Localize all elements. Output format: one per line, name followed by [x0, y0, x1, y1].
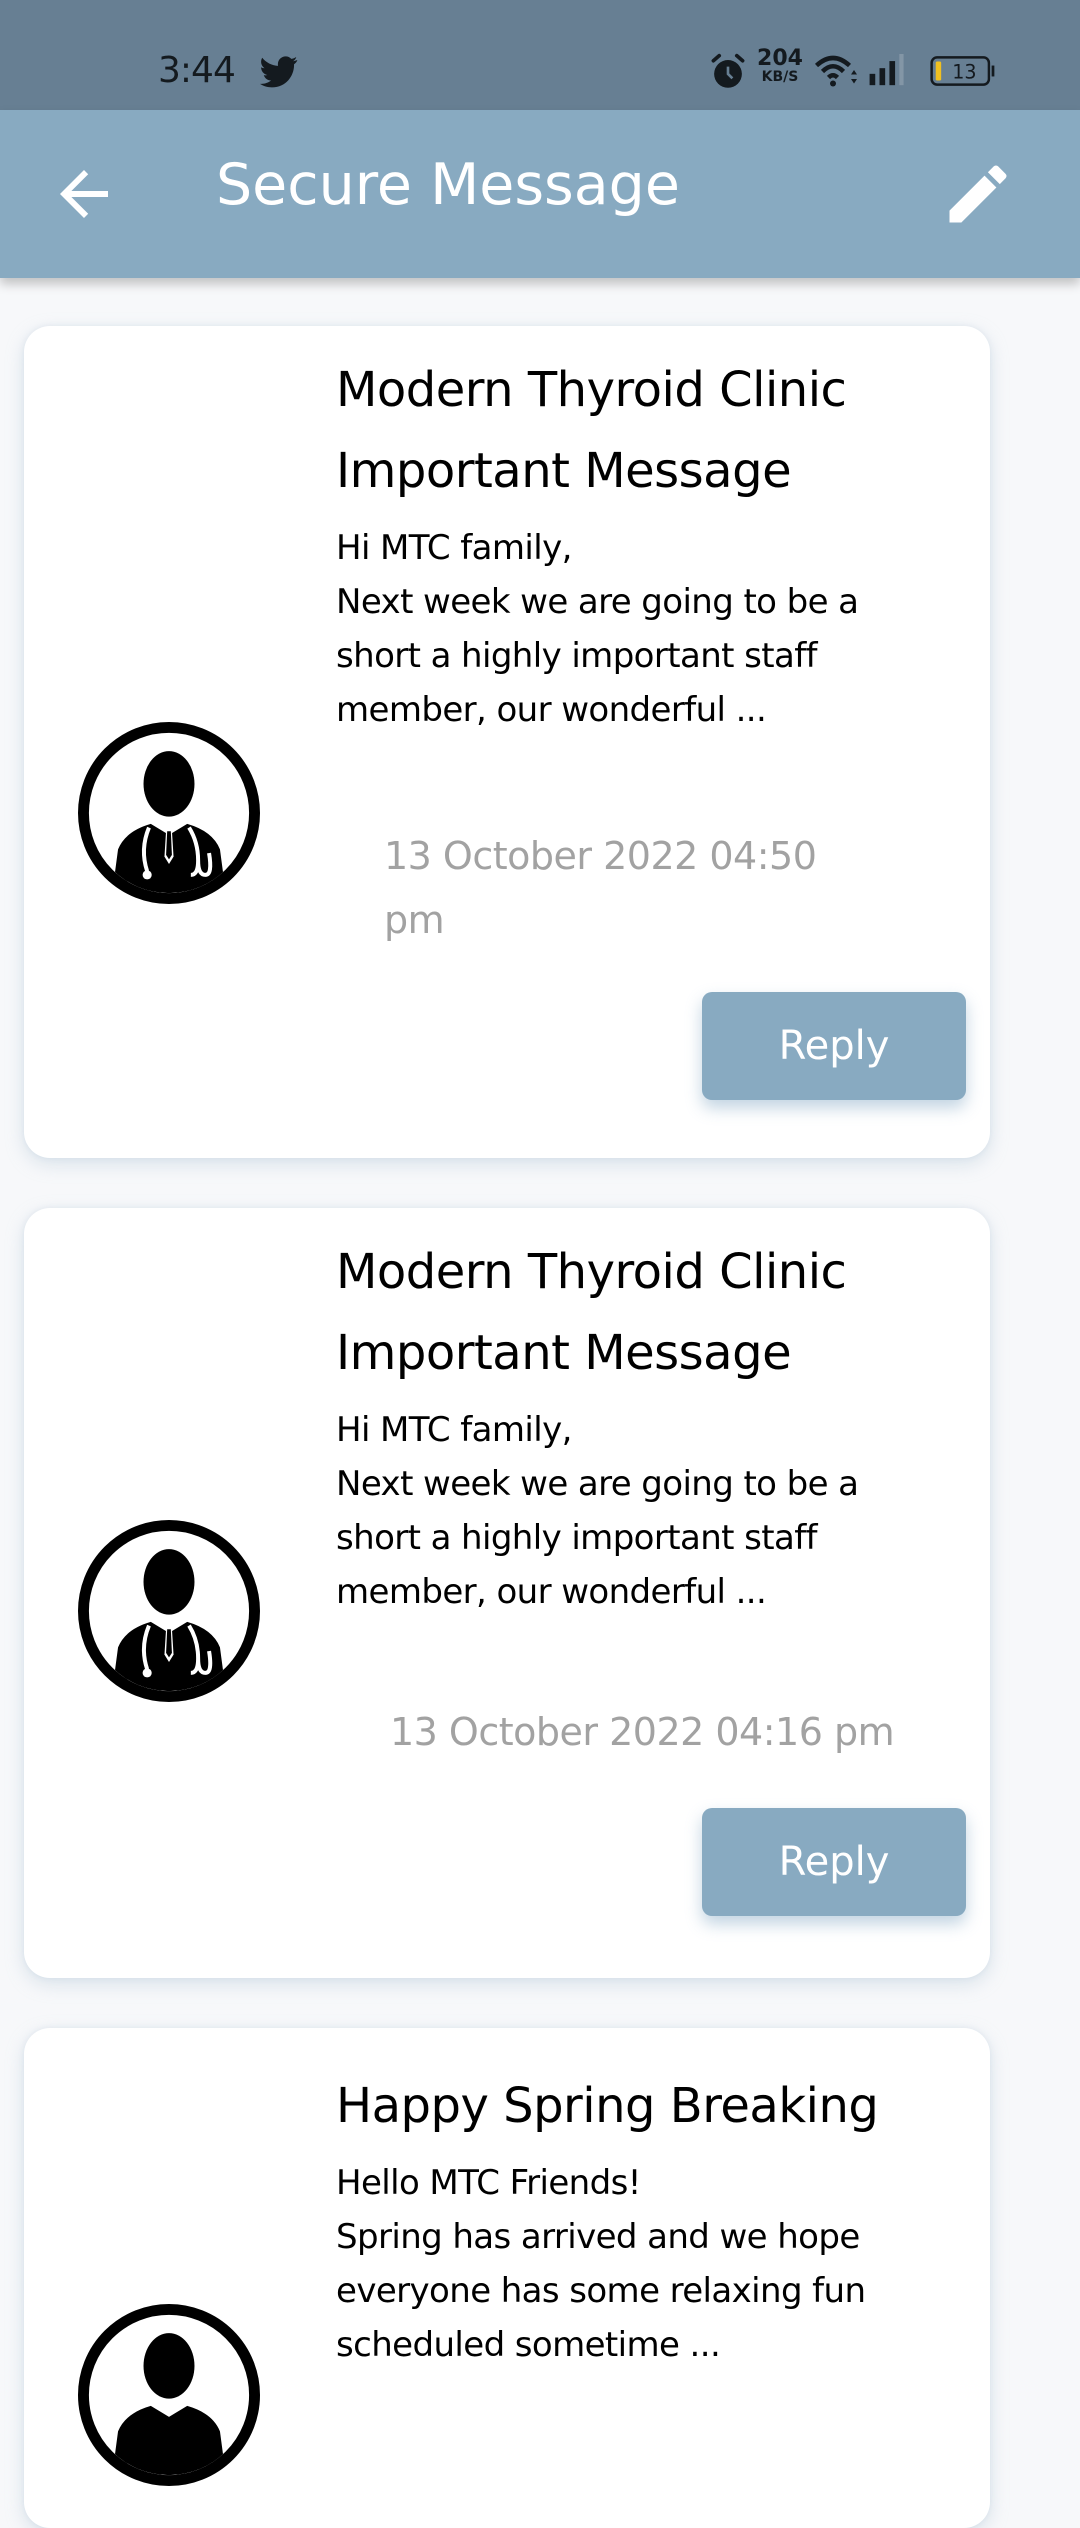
twitter-icon — [260, 56, 298, 88]
app-bar: Secure Message — [0, 110, 1080, 278]
reply-button[interactable]: Reply — [702, 992, 966, 1100]
compose-button[interactable] — [940, 156, 1016, 232]
network-speed-value: 204 — [757, 46, 803, 71]
doctor-avatar-icon — [78, 2304, 260, 2486]
arrow-left-icon — [60, 170, 108, 218]
page-title: Secure Message — [216, 152, 680, 218]
alarm-icon — [711, 53, 745, 88]
message-title: Modern Thyroid Clinic Important Message — [336, 362, 847, 499]
message-preview: Hi MTC family, Next week we are going to… — [336, 528, 859, 730]
back-button[interactable] — [48, 158, 120, 230]
status-bar: 3:44 204 KB/S 13 — [0, 0, 1080, 110]
message-date: 13 October 2022 04:50 pm — [384, 834, 817, 942]
reply-button[interactable]: Reply — [702, 1808, 966, 1916]
pencil-icon — [949, 165, 1007, 223]
message-preview: Hi MTC family, Next week we are going to… — [336, 1410, 859, 1612]
message-card[interactable]: Modern Thyroid Clinic Important Message … — [24, 1208, 990, 1978]
battery-icon: 13 — [930, 56, 995, 86]
doctor-avatar-icon — [78, 722, 260, 904]
doctor-avatar-icon — [78, 1520, 260, 1702]
message-preview: Hello MTC Friends! Spring has arrived an… — [336, 2163, 866, 2365]
message-date: 13 October 2022 04:16 pm — [390, 1710, 895, 1754]
status-time: 3:44 — [158, 50, 236, 91]
network-speed: 204 KB/S — [755, 46, 805, 85]
cell-signal-icon — [869, 54, 904, 86]
message-card[interactable]: Happy Spring Breaking Hello MTC Friends!… — [24, 2028, 990, 2528]
battery-level: 13 — [952, 61, 976, 84]
message-title: Happy Spring Breaking — [336, 2078, 879, 2134]
message-card[interactable]: Modern Thyroid Clinic Important Message … — [24, 326, 990, 1158]
status-icons: 204 KB/S 13 — [680, 48, 1080, 96]
message-title: Modern Thyroid Clinic Important Message — [336, 1244, 847, 1381]
wifi-icon — [814, 55, 857, 87]
network-speed-unit: KB/S — [761, 69, 799, 85]
